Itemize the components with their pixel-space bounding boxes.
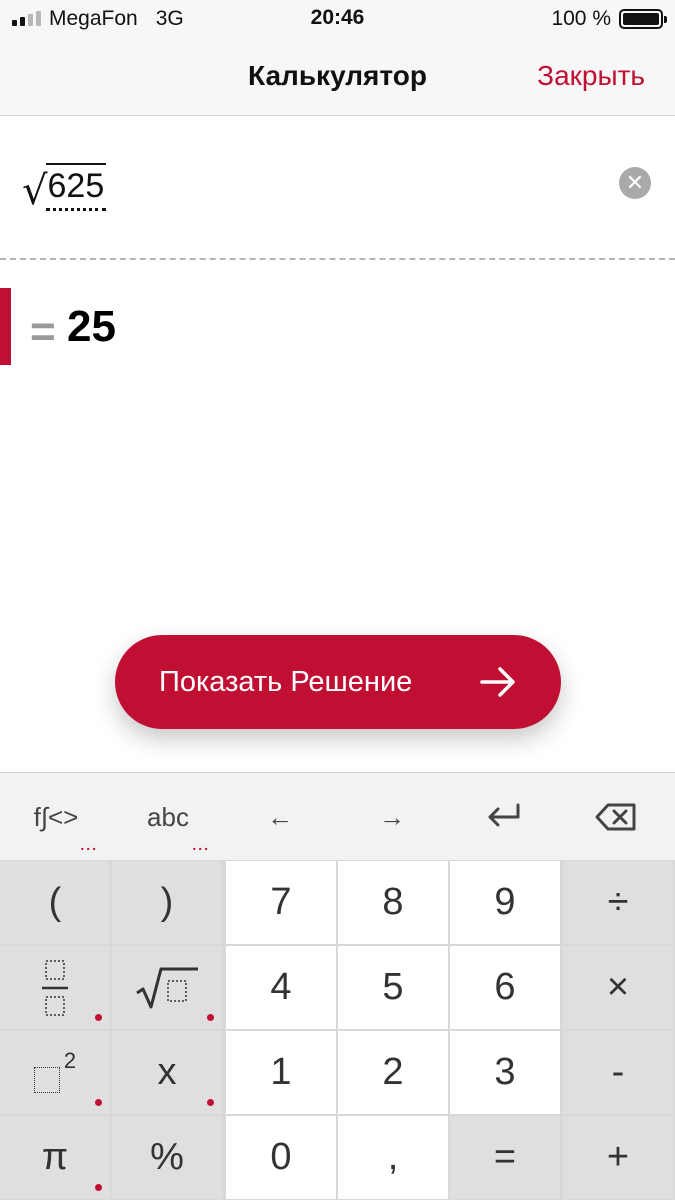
letters-key[interactable]: abc ...: [112, 773, 224, 861]
comma-key[interactable]: ,: [338, 1116, 448, 1199]
two-key[interactable]: 2: [338, 1031, 448, 1114]
arrow-left-icon: ←: [267, 801, 293, 832]
cursor-left-key[interactable]: ←: [224, 773, 336, 861]
letters-key-dots: ...: [192, 837, 210, 853]
result-value: 25: [67, 302, 116, 351]
placeholder-box-icon: [33, 1066, 60, 1093]
expression-input[interactable]: √ 625 ✕: [0, 117, 675, 260]
nine-key[interactable]: 9: [450, 861, 560, 944]
enter-icon: [488, 803, 520, 827]
battery-percent: 100 %: [551, 7, 611, 30]
sqrt-key[interactable]: [112, 946, 222, 1029]
zero-key[interactable]: 0: [226, 1116, 336, 1199]
pi-key[interactable]: π: [0, 1116, 110, 1199]
fraction-icon: [42, 959, 68, 1016]
show-solution-label: Показать Решение: [159, 665, 413, 698]
keyboard-toolbar: f∫<> ... abc ... ← →: [0, 772, 675, 860]
functions-key-label: f∫<>: [33, 801, 79, 832]
arrow-right-icon: [480, 667, 515, 697]
open-paren-key[interactable]: (: [0, 861, 110, 944]
backspace-key[interactable]: [560, 773, 672, 861]
one-key[interactable]: 1: [226, 1031, 336, 1114]
percent-key[interactable]: %: [112, 1116, 222, 1199]
result-marker: [0, 288, 11, 365]
equals-key[interactable]: =: [450, 1116, 560, 1199]
result-row: = 25: [0, 288, 675, 365]
radicand: 625: [45, 163, 107, 211]
battery-icon: [619, 9, 667, 29]
multiply-key[interactable]: ×: [563, 946, 673, 1029]
pi-label: π: [41, 1136, 69, 1178]
clear-icon[interactable]: ✕: [619, 167, 651, 199]
functions-key-dots: ...: [80, 837, 98, 853]
sqrt-icon: [136, 967, 198, 1008]
more-options-dot: [95, 1014, 102, 1021]
six-key[interactable]: 6: [450, 946, 560, 1029]
cursor-right-key[interactable]: →: [336, 773, 448, 861]
expression: √ 625: [22, 163, 107, 214]
minus-key[interactable]: -: [563, 1031, 673, 1114]
variable-x-key[interactable]: x: [112, 1031, 222, 1114]
four-key[interactable]: 4: [226, 946, 336, 1029]
more-options-dot: [207, 1099, 214, 1106]
eight-key[interactable]: 8: [338, 861, 448, 944]
close-paren-key[interactable]: ): [112, 861, 222, 944]
status-right: 100 %: [551, 7, 667, 31]
plus-key[interactable]: +: [563, 1116, 673, 1199]
more-options-dot: [95, 1099, 102, 1106]
three-key[interactable]: 3: [450, 1031, 560, 1114]
backspace-icon: [595, 803, 636, 831]
more-options-dot: [207, 1014, 214, 1021]
five-key[interactable]: 5: [338, 946, 448, 1029]
sqrt-symbol: √: [22, 168, 48, 214]
enter-key[interactable]: [448, 773, 560, 861]
nav-bar: Калькулятор Закрыть: [0, 40, 675, 116]
fraction-key[interactable]: [0, 946, 110, 1029]
show-solution-button[interactable]: Показать Решение: [115, 635, 561, 729]
keypad: ( ) 7 8 9 ÷ 4 5 6 × 2 x 1 2 3 - π % 0 , …: [0, 860, 675, 1200]
equals-sign: =: [30, 307, 56, 356]
arrow-right-key-icon: →: [379, 801, 405, 832]
divide-key[interactable]: ÷: [563, 861, 673, 944]
more-options-dot: [95, 1184, 102, 1191]
variable-x-label: x: [157, 1051, 177, 1093]
letters-key-label: abc: [147, 801, 189, 832]
square-key[interactable]: 2: [0, 1031, 110, 1114]
square-exponent: 2: [63, 1047, 77, 1073]
status-bar: MegaFon 3G 20:46 100 %: [0, 0, 675, 40]
close-button[interactable]: Закрыть: [537, 60, 645, 92]
seven-key[interactable]: 7: [226, 861, 336, 944]
functions-key[interactable]: f∫<> ...: [0, 773, 112, 861]
